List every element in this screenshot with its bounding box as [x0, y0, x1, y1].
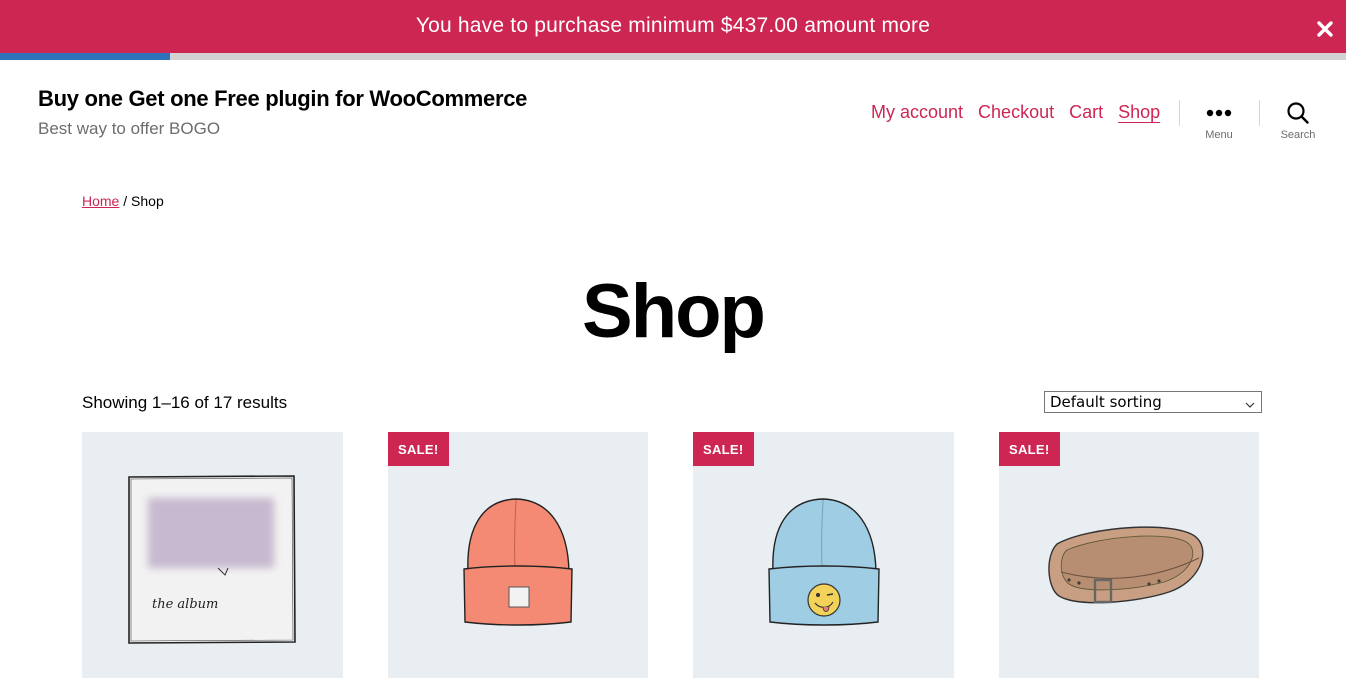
sale-badge: SALE! [388, 432, 449, 466]
orange-beanie-image [463, 498, 573, 626]
blue-beanie-image [768, 498, 880, 626]
breadcrumb-current: Shop [131, 193, 164, 209]
product-card[interactable]: SALE! [693, 432, 954, 678]
nav-divider [1179, 100, 1180, 126]
search-toggle-button[interactable]: Search [1268, 100, 1328, 141]
more-dots-icon [1189, 100, 1249, 126]
site-description: Best way to offer BOGO [38, 119, 221, 138]
minimum-purchase-notice: You have to purchase minimum $437.00 amo… [0, 0, 1346, 53]
product-card[interactable]: the album [82, 432, 343, 678]
breadcrumb: Home / Shop [82, 193, 164, 209]
product-card[interactable]: SALE! [999, 432, 1259, 678]
breadcrumb-home[interactable]: Home [82, 193, 119, 209]
chevron-down-icon [1245, 397, 1255, 408]
purchase-progress-bar [0, 53, 1346, 60]
notice-text: You have to purchase minimum $437.00 amo… [415, 13, 931, 37]
smiley-icon [807, 583, 841, 617]
purchase-progress-fill [0, 53, 170, 60]
album-text: the album [152, 597, 218, 612]
sale-badge: SALE! [693, 432, 754, 466]
menu-label: Menu [1205, 129, 1233, 141]
search-label: Search [1280, 129, 1316, 141]
page-title: Shop [582, 269, 766, 354]
nav-shop[interactable]: Shop [1118, 102, 1160, 123]
product-card[interactable]: SALE! [388, 432, 648, 678]
search-icon [1268, 100, 1328, 126]
album-image: the album [128, 475, 296, 644]
primary-navigation: My account Checkout Cart Shop [871, 102, 1160, 123]
breadcrumb-separator: / [119, 193, 132, 209]
nav-checkout[interactable]: Checkout [978, 102, 1054, 123]
result-count: Showing 1–16 of 17 results [82, 393, 288, 412]
sorting-select[interactable]: Default sorting [1044, 391, 1262, 413]
sorting-selected-value: Default sorting [1050, 393, 1162, 411]
site-title[interactable]: Buy one Get one Free plugin for WooComme… [38, 86, 527, 112]
sale-badge: SALE! [999, 432, 1060, 466]
nav-my-account[interactable]: My account [871, 102, 963, 123]
nav-cart[interactable]: Cart [1069, 102, 1103, 123]
nav-divider [1259, 100, 1260, 126]
close-icon[interactable] [1316, 20, 1334, 38]
menu-toggle-button[interactable]: Menu [1189, 100, 1249, 141]
belt-image [1048, 526, 1204, 604]
